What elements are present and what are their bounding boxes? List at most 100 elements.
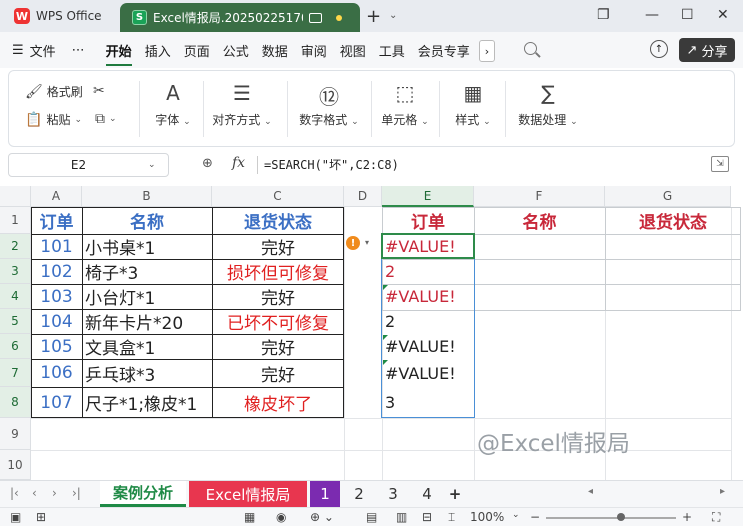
name-cell[interactable]: 乒乓球*3	[82, 359, 212, 387]
cell-group[interactable]: ⬚ 单元格 ⌄	[377, 71, 433, 148]
row-header-6[interactable]: 6	[0, 334, 31, 359]
menu-insert[interactable]: 插入	[145, 41, 171, 60]
col-header-c[interactable]: C	[212, 186, 344, 207]
fullscreen-icon[interactable]: ⛶	[712, 510, 720, 525]
chevron-down-icon[interactable]: ⌄	[148, 160, 168, 170]
menu-tools[interactable]: 工具	[379, 41, 405, 60]
header-status[interactable]: 退货状态	[212, 207, 344, 234]
eye-icon[interactable]: ◉	[276, 510, 286, 524]
row-header-8[interactable]: 8	[0, 387, 31, 418]
data-processing-group[interactable]: ∑ 数据处理 ⌄	[509, 71, 587, 148]
layout-icon[interactable]: ⊞	[36, 510, 46, 524]
normal-view-icon[interactable]: ▤	[366, 510, 377, 524]
order-cell[interactable]: 101	[31, 234, 82, 259]
document-tab[interactable]: S Excel情报局.20250225170806	[120, 3, 360, 32]
menu-page[interactable]: 页面	[184, 41, 210, 60]
status-cell[interactable]: 损坏但可修复	[212, 259, 344, 284]
last-sheet-icon[interactable]: ›|	[72, 486, 81, 500]
cloud-upload-icon[interactable]: ↑	[650, 40, 668, 58]
status-cell[interactable]: 橡皮坏了	[212, 387, 344, 418]
paste-button[interactable]: 📋 粘贴 ⌄	[25, 111, 82, 128]
order-cell[interactable]: 102	[31, 259, 82, 284]
status-cell[interactable]: 完好	[212, 234, 344, 259]
align-group[interactable]: ☰ 对齐方式 ⌄	[205, 71, 279, 148]
status-cell[interactable]: 完好	[212, 334, 344, 359]
row-header-5[interactable]: 5	[0, 309, 31, 334]
page-view-icon[interactable]: ▥	[396, 510, 407, 524]
cut-button[interactable]: ✂	[93, 83, 105, 99]
zoom-out-icon[interactable]: −	[530, 510, 540, 524]
new-tab-plus-icon[interactable]: +	[366, 6, 381, 27]
row-header-2[interactable]: 2	[0, 234, 31, 259]
order-cell[interactable]: 106	[31, 359, 82, 387]
scroll-left-icon[interactable]: ◂	[588, 486, 593, 497]
number-format-group[interactable]: ⑫ 数字格式 ⌄	[293, 71, 365, 148]
order-cell[interactable]: 105	[31, 334, 82, 359]
row-header-7[interactable]: 7	[0, 359, 31, 387]
wps-home-tab[interactable]: W WPS Office	[0, 0, 118, 32]
page-icon[interactable]: ▣	[10, 510, 21, 524]
result-header-name[interactable]: 名称	[474, 207, 605, 234]
page-break-icon[interactable]: ⊟	[422, 510, 432, 524]
restore-tabs-icon[interactable]: ❐	[597, 7, 610, 23]
status-cell[interactable]: 完好	[212, 359, 344, 387]
sheet-tab-1[interactable]: 1	[310, 481, 340, 507]
menu-member[interactable]: 会员专享	[418, 41, 470, 60]
first-sheet-icon[interactable]: |‹	[10, 486, 19, 500]
result-value-cell[interactable]: 3	[383, 387, 473, 418]
result-header-status[interactable]: 退货状态	[605, 207, 741, 234]
result-header-order[interactable]: 订单	[382, 207, 474, 234]
font-group[interactable]: A 字体 ⌄	[145, 71, 201, 148]
sheet-tab-3[interactable]: 3	[378, 481, 408, 507]
order-cell[interactable]: 107	[31, 387, 82, 418]
scroll-right-icon[interactable]: ▸	[720, 486, 725, 497]
col-header-e[interactable]: E	[382, 186, 474, 207]
share-button[interactable]: ↗ 分享	[679, 38, 735, 62]
sheet-tab-excel[interactable]: Excel情报局	[189, 481, 307, 507]
grid-view-icon[interactable]: ▦	[244, 510, 255, 524]
search-icon[interactable]	[524, 42, 537, 55]
result-value-cell[interactable]: #VALUE!	[383, 234, 473, 259]
row-header-3[interactable]: 3	[0, 259, 31, 284]
reading-icon[interactable]: ⌶	[448, 510, 455, 525]
name-cell[interactable]: 新年卡片*20	[82, 309, 212, 334]
select-all-corner[interactable]	[0, 186, 31, 207]
sheet-tab-case[interactable]: 案例分析	[100, 481, 186, 507]
menu-formula[interactable]: 公式	[223, 41, 249, 60]
menu-review[interactable]: 审阅	[301, 41, 327, 60]
col-header-g[interactable]: G	[605, 186, 731, 207]
copy-button[interactable]: ⧉ ⌄	[95, 111, 117, 127]
name-cell[interactable]: 椅子*3	[82, 259, 212, 284]
row-header-9[interactable]: 9	[0, 418, 31, 450]
zoom-slider[interactable]	[546, 517, 676, 519]
name-box[interactable]: E2 ⌄	[8, 153, 169, 177]
error-warning-icon[interactable]: !	[346, 236, 360, 250]
next-sheet-icon[interactable]: ›	[52, 486, 57, 500]
menu-data[interactable]: 数据	[262, 41, 288, 60]
name-cell[interactable]: 文具盒*1	[82, 334, 212, 359]
add-sheet-icon[interactable]: +	[444, 481, 466, 507]
fx-icon[interactable]: fx	[232, 155, 245, 171]
style-group[interactable]: ▦ 样式 ⌄	[445, 71, 501, 148]
result-value-cell[interactable]: 2	[383, 259, 473, 284]
expand-formula-icon[interactable]: ⇲	[711, 156, 729, 172]
chevron-down-icon[interactable]: ▾	[365, 238, 369, 247]
name-cell[interactable]: 小台灯*1	[82, 284, 212, 309]
menu-home[interactable]: 开始	[105, 41, 132, 66]
col-header-f[interactable]: F	[474, 186, 605, 207]
name-cell[interactable]: 小书桌*1	[82, 234, 212, 259]
chevron-down-icon[interactable]: ⌄	[389, 10, 397, 21]
maximize-icon[interactable]: ☐	[681, 7, 694, 23]
header-order[interactable]: 订单	[31, 207, 82, 234]
col-header-d[interactable]: D	[344, 186, 382, 207]
menu-view[interactable]: 视图	[340, 41, 366, 60]
status-cell[interactable]: 已坏不可修复	[212, 309, 344, 334]
result-value-cell[interactable]: #VALUE!	[383, 359, 473, 387]
zoom-level[interactable]: 100%	[470, 510, 504, 524]
order-cell[interactable]: 103	[31, 284, 82, 309]
chevron-down-icon[interactable]: ⌄	[512, 510, 520, 520]
zoom-slider-handle[interactable]	[617, 513, 625, 521]
row-header-4[interactable]: 4	[0, 284, 31, 309]
sheet-tab-2[interactable]: 2	[344, 481, 374, 507]
menu-file[interactable]: 文件	[30, 41, 56, 60]
